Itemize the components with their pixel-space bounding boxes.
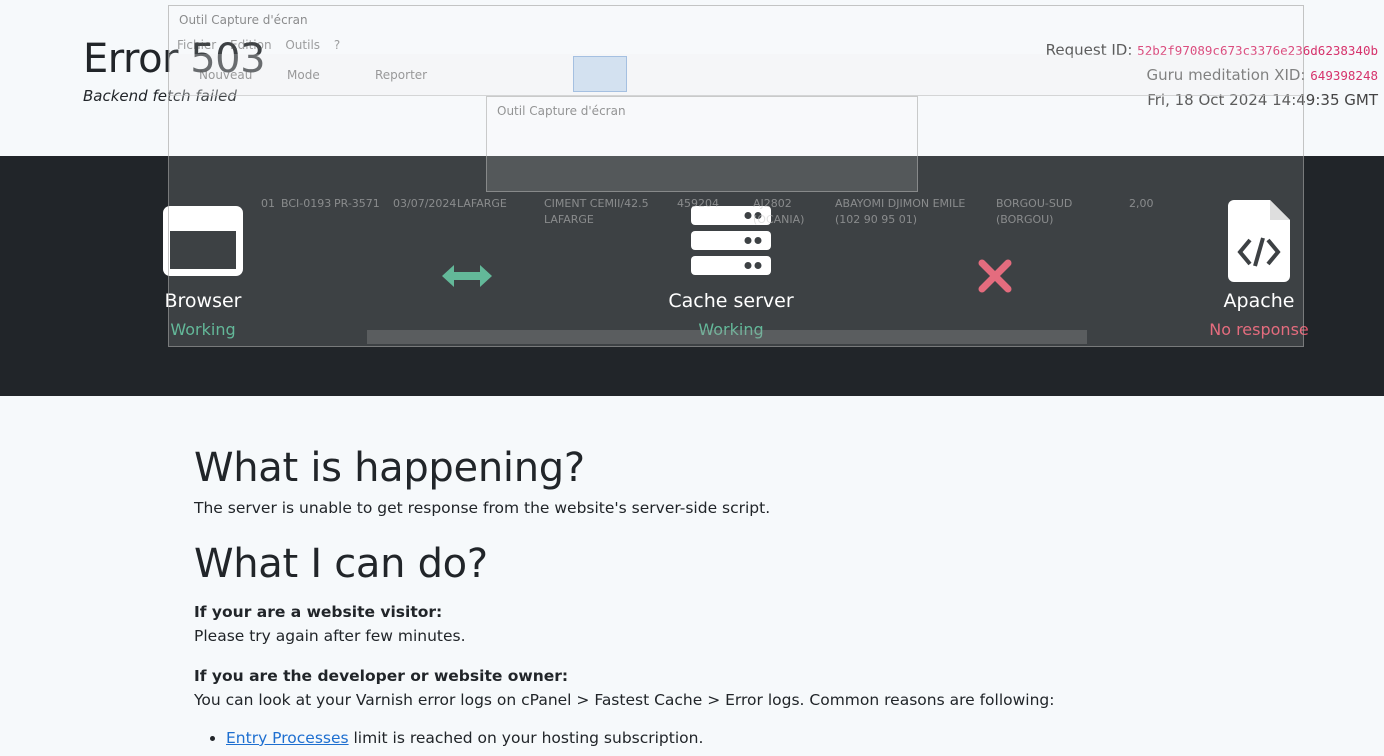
heading-what-i-can-do: What I can do? xyxy=(194,541,488,587)
list-item: Entry Processes limit is reached on your… xyxy=(226,726,1194,750)
visitor-text: Please try again after few minutes. xyxy=(194,627,466,645)
node-browser: Browser Working xyxy=(103,202,303,339)
xid-line: Guru meditation XID: 649398248 xyxy=(1046,63,1379,88)
overlay-delay-button: Reporter xyxy=(375,68,428,82)
visitor-label: If your are a website visitor: xyxy=(194,603,443,621)
owner-label: If you are the developer or website owne… xyxy=(194,667,569,685)
server-stack-icon xyxy=(631,202,831,280)
error-date: Fri, 18 Oct 2024 14:49:35 GMT xyxy=(1147,91,1378,109)
error-title: Error 503 xyxy=(83,36,266,82)
reasons-list: Entry Processes limit is reached on your… xyxy=(226,726,1194,750)
cross-icon xyxy=(965,256,1025,296)
overlay-title: Outil Capture d'écran xyxy=(179,13,308,27)
node-name: Apache xyxy=(1223,290,1295,312)
main-content: What is happening? The server is unable … xyxy=(194,440,1194,750)
browser-window-icon xyxy=(103,202,303,280)
node-status: No response xyxy=(1209,320,1309,339)
node-apache: Apache No response xyxy=(1159,200,1359,339)
error-subtitle: Backend fetch failed xyxy=(83,87,237,105)
happening-text: The server is unable to get response fro… xyxy=(194,499,771,517)
node-name: Browser xyxy=(164,290,242,312)
request-meta: Request ID: 52b2f97089c673c3376e236d6238… xyxy=(1046,38,1378,112)
node-status: Working xyxy=(698,320,764,339)
heading-what-is-happening: What is happening? xyxy=(194,445,585,491)
overlay-pen-button xyxy=(573,56,627,92)
node-status: Working xyxy=(170,320,236,339)
request-id-value: 52b2f97089c673c3376e236d6238340b xyxy=(1137,43,1378,58)
entry-processes-link[interactable]: Entry Processes xyxy=(226,729,349,747)
overlay-dialog-title: Outil Capture d'écran xyxy=(497,104,626,118)
double-arrow-icon xyxy=(437,256,497,296)
reason-text: limit is reached on your hosting subscri… xyxy=(348,729,704,747)
file-code-icon xyxy=(1159,200,1359,282)
request-id-line: Request ID: 52b2f97089c673c3376e236d6238… xyxy=(1046,38,1378,63)
overlay-mode-button: Mode xyxy=(287,68,320,82)
request-id-label: Request ID: xyxy=(1045,41,1133,59)
node-cache-server: Cache server Working xyxy=(631,202,831,339)
xid-value: 649398248 xyxy=(1310,68,1378,83)
node-name: Cache server xyxy=(668,290,794,312)
xid-label: Guru meditation XID: xyxy=(1146,66,1306,84)
owner-text: You can look at your Varnish error logs … xyxy=(194,691,1055,709)
status-diagram: Browser Working Cache server Working Apa… xyxy=(0,156,1384,396)
